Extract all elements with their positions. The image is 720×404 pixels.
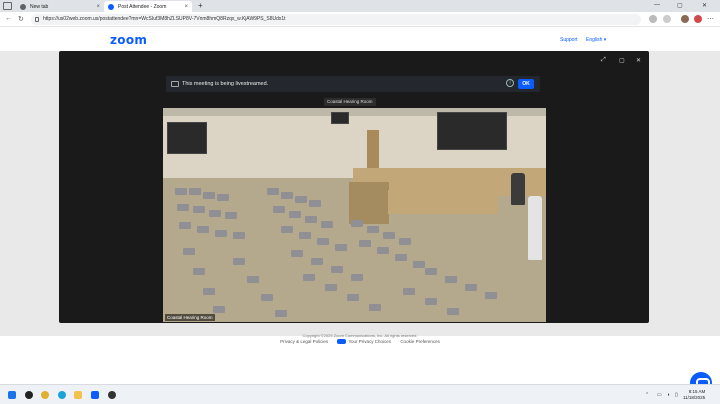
copyright-text: Copyright ©2025 Zoom Communications, Inc… [302, 333, 418, 338]
browser-toolbar: ← ↻ https://us02web.zoom.us/postattendee… [0, 12, 720, 27]
browser-tab-strip: New tab × Post Attendee - Zoom × + — ▢ ✕ [0, 0, 720, 12]
back-icon[interactable]: ← [5, 15, 12, 22]
video-name-label: Coastal Hearing Room [165, 314, 215, 321]
dais-side-desk [349, 182, 389, 224]
livestream-icon [171, 81, 179, 87]
livestream-message: This meeting is being livestreamed. [182, 81, 269, 87]
extensions-icon[interactable] [649, 15, 657, 23]
network-icon[interactable]: ▭ [657, 392, 662, 398]
tab-post-attendee[interactable]: Post Attendee - Zoom × [104, 1, 192, 12]
tab-search-icon[interactable] [3, 2, 12, 10]
maximize-meeting-icon[interactable]: ▢ [619, 57, 625, 64]
person-standing [511, 173, 525, 205]
lock-icon [35, 17, 39, 22]
zoom-page-header: zoom Support English ▾ [0, 27, 720, 51]
more-menu-icon[interactable]: ⋯ [707, 15, 714, 23]
ok-button[interactable]: OK [518, 79, 534, 89]
wall-monitor-left [167, 122, 207, 154]
volume-icon[interactable]: ◖ [667, 392, 670, 398]
browser-extension-icon[interactable] [694, 15, 702, 23]
language-dropdown[interactable]: English ▾ [586, 37, 606, 43]
livestream-banner: This meeting is being livestreamed. i OK [166, 76, 540, 92]
edge-icon[interactable] [58, 391, 66, 399]
person-foreground [528, 196, 542, 260]
support-link[interactable]: Support [560, 37, 578, 43]
maximize-icon[interactable]: ▢ [677, 2, 683, 9]
participant-name-chip: Coastal Hearing Room [324, 98, 376, 106]
cookie-preferences-link[interactable]: Cookie Preferences [400, 339, 440, 344]
wall-monitor-right [437, 112, 507, 150]
tab-close-icon[interactable]: × [184, 4, 188, 10]
clock-date: 11/18/2025 [683, 395, 706, 400]
new-tab-favicon-icon [20, 3, 26, 10]
footer-links: Privacy & Legal Policies Your Privacy Ch… [0, 339, 720, 345]
battery-icon[interactable]: ▯ [675, 392, 678, 398]
room-door [367, 130, 379, 168]
url-text: https://us02web.zoom.us/postattendee?mn=… [43, 16, 286, 22]
app-icon[interactable] [25, 391, 33, 399]
chrome-icon[interactable] [41, 391, 49, 399]
meeting-window: ⤢ ▢ ✕ This meeting is being livestreamed… [59, 51, 649, 323]
info-icon[interactable]: i [506, 79, 514, 87]
minimize-icon[interactable]: — [654, 2, 660, 8]
popout-icon[interactable]: ⤢ [601, 57, 606, 64]
tab-new-tab[interactable]: New tab × [16, 1, 104, 12]
windows-start-icon[interactable] [8, 391, 16, 399]
windows-taskbar: ⌃ ▭ ◖ ▯ 8:15 AM 11/18/2025 [0, 384, 720, 404]
dais-desk-front [388, 190, 498, 214]
favorites-icon[interactable] [663, 15, 671, 23]
zoom-logo[interactable]: zoom [110, 33, 147, 47]
your-privacy-choices-link[interactable]: Your Privacy Choices [337, 339, 391, 345]
tab-title: Post Attendee - Zoom [118, 3, 167, 10]
zoom-favicon-icon [108, 3, 114, 10]
ceiling-monitor [331, 112, 349, 124]
close-meeting-icon[interactable]: ✕ [636, 57, 641, 64]
system-clock[interactable]: 8:15 AM 11/18/2025 [683, 389, 705, 401]
privacy-legal-link[interactable]: Privacy & Legal Policies [280, 339, 328, 344]
tray-chevron-icon[interactable]: ⌃ [645, 392, 649, 398]
reload-icon[interactable]: ↻ [18, 15, 24, 23]
tab-close-icon[interactable]: × [96, 4, 100, 10]
window-close-icon[interactable]: ✕ [702, 2, 707, 9]
recorder-icon[interactable] [108, 391, 116, 399]
tab-title: New tab [30, 3, 49, 10]
file-explorer-icon[interactable] [74, 391, 82, 399]
new-tab-button[interactable]: + [198, 1, 203, 10]
zoom-app-icon[interactable] [91, 391, 99, 399]
address-bar[interactable]: https://us02web.zoom.us/postattendee?mn=… [31, 14, 641, 25]
video-feed[interactable]: Coastal Hearing Room [163, 108, 546, 322]
profile-avatar[interactable] [681, 15, 689, 23]
privacy-toggle-icon [337, 339, 347, 345]
